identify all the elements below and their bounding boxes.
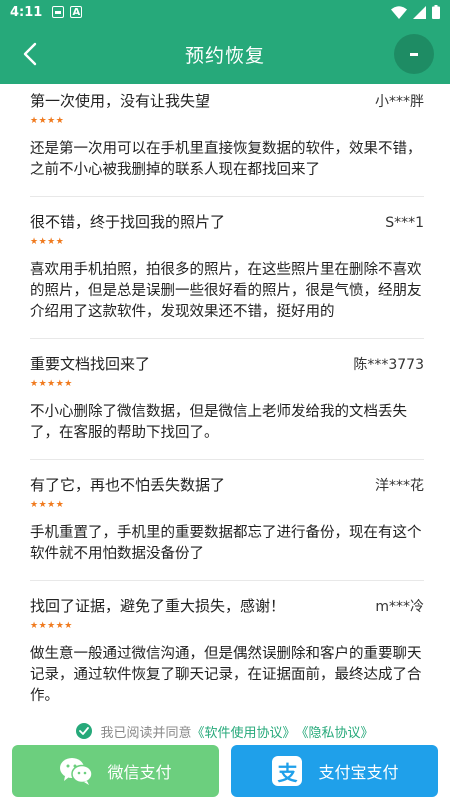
status-time: 4:11 bbox=[10, 4, 43, 20]
reviewer-name: 小***胖 bbox=[375, 94, 424, 110]
review-header: 很不错，终于找回我的照片了 S***1 bbox=[30, 211, 424, 234]
review-title: 很不错，终于找回我的照片了 bbox=[30, 213, 226, 231]
review-body: 不小心删除了微信数据，但是微信上老师发给我的文档丢失了，在客服的帮助下找回了。 bbox=[30, 404, 407, 441]
review-body: 还是第一次用可以在手机里直接恢复数据的软件，效果不错，之前不小心被我删掉的联系人… bbox=[30, 141, 422, 178]
battery-icon bbox=[432, 5, 440, 19]
star-rating: ★★★★★ bbox=[30, 621, 73, 631]
back-button[interactable] bbox=[12, 36, 48, 72]
reviewer-name: S***1 bbox=[385, 215, 424, 231]
status-bar: 4:11 A bbox=[0, 0, 450, 24]
review-header: 第一次使用，没有让我失望 小***胖 bbox=[30, 90, 424, 113]
review-title: 重要文档找回来了 bbox=[30, 355, 151, 373]
page-title: 预约恢复 bbox=[184, 44, 265, 67]
review-body: 手机重置了，手机里的重要数据都忘了进行备份，现在有这个软件就不用怕数据没备份了 bbox=[30, 525, 422, 562]
terms-link[interactable]: 《软件使用协议》 bbox=[191, 722, 295, 741]
review-item: 找回了证据，避免了重大损失，感谢！ m***冷 ★★★★★ 做生意一般通过微信沟… bbox=[30, 581, 424, 720]
payment-buttons: 微信支付 支 支付宝支付 bbox=[0, 743, 450, 800]
agreement-row: 我已阅读并同意 《软件使用协议》 《隐私协议》 bbox=[0, 720, 450, 742]
reviewer-name: 陈***3773 bbox=[353, 357, 424, 373]
alipay-label: 支付宝支付 bbox=[318, 763, 399, 782]
review-item: 第一次使用，没有让我失望 小***胖 ★★★★ 还是第一次用可以在手机里直接恢复… bbox=[30, 84, 424, 197]
wechat-pay-label: 微信支付 bbox=[107, 763, 172, 782]
reviewer-name: m***冷 bbox=[375, 599, 424, 615]
a-notification-icon: A bbox=[70, 6, 83, 18]
review-item: 重要文档找回来了 陈***3773 ★★★★★ 不小心删除了微信数据，但是微信上… bbox=[30, 339, 424, 460]
alipay-button[interactable]: 支 支付宝支付 bbox=[231, 745, 438, 797]
review-item: 很不错，终于找回我的照片了 S***1 ★★★★ 喜欢用手机拍照，拍很多的照片，… bbox=[30, 197, 424, 339]
review-header: 重要文档找回来了 陈***3773 bbox=[30, 353, 424, 376]
status-icons bbox=[391, 5, 440, 19]
review-list[interactable]: 第一次使用，没有让我失望 小***胖 ★★★★ 还是第一次用可以在手机里直接恢复… bbox=[0, 84, 450, 720]
star-rating: ★★★★ bbox=[30, 500, 65, 510]
star-rating: ★★★★★ bbox=[30, 379, 73, 389]
signal-icon bbox=[413, 5, 426, 19]
agreement-text: 我已阅读并同意 bbox=[100, 725, 192, 741]
review-item: 有了它，再也不怕丢失数据了 洋***花 ★★★★ 手机重置了，手机里的重要数据都… bbox=[30, 460, 424, 581]
review-title: 第一次使用，没有让我失望 bbox=[30, 92, 211, 110]
back-arrow-icon bbox=[23, 42, 37, 66]
check-circle-icon[interactable] bbox=[76, 723, 93, 739]
wifi-icon bbox=[391, 5, 407, 19]
reviewer-name: 洋***花 bbox=[375, 478, 424, 494]
app-bar: 预约恢复 bbox=[0, 24, 450, 84]
alipay-logo-char: 支 bbox=[272, 756, 303, 786]
review-body: 做生意一般通过微信沟通，但是偶然误删除和客户的重要聊天记录，通过软件恢复了聊天记… bbox=[30, 646, 422, 704]
menu-button[interactable] bbox=[394, 34, 434, 74]
alipay-icon: 支 bbox=[270, 754, 304, 788]
wechat-icon bbox=[59, 754, 94, 788]
star-rating: ★★★★ bbox=[30, 237, 65, 247]
review-header: 找回了证据，避免了重大损失，感谢！ m***冷 bbox=[30, 595, 424, 618]
privacy-link[interactable]: 《隐私协议》 bbox=[296, 722, 374, 741]
menu-icon bbox=[410, 52, 418, 56]
star-rating: ★★★★ bbox=[30, 116, 65, 126]
gallery-notification-icon bbox=[52, 6, 65, 18]
review-header: 有了它，再也不怕丢失数据了 洋***花 bbox=[30, 474, 424, 497]
review-title: 有了它，再也不怕丢失数据了 bbox=[30, 476, 226, 494]
review-title: 找回了证据，避免了重大损失，感谢！ bbox=[30, 597, 286, 615]
wechat-pay-button[interactable]: 微信支付 bbox=[12, 745, 219, 797]
review-body: 喜欢用手机拍照，拍很多的照片，在这些照片里在删除不喜欢的照片，但是总是误删一些很… bbox=[30, 262, 422, 320]
